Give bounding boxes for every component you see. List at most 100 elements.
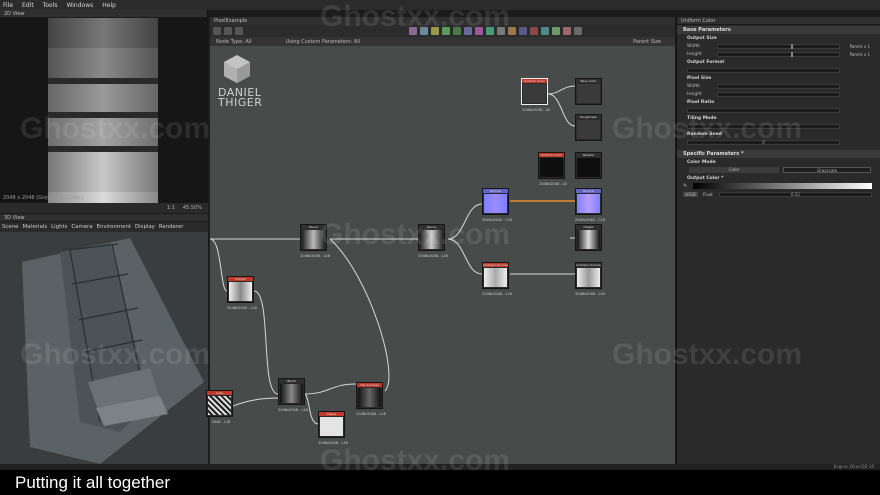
node-output-roughness[interactable]: Roughness: [575, 114, 602, 141]
node-thumbnail: [523, 84, 546, 103]
view-2d-panel: 2D View 2048 x 2048 (Grayscale, 16bpc): [0, 10, 208, 210]
tool-icon[interactable]: [224, 27, 232, 35]
width-value: Parent x 1: [849, 43, 870, 49]
view-3d-panel: 3D View Scene Materials Lights Camera En…: [0, 214, 208, 464]
tab-scene[interactable]: Scene: [2, 224, 18, 230]
node-blend-3[interactable]: Blend 2048x2048 - L16: [278, 378, 308, 412]
filter-icon[interactable]: [497, 27, 505, 35]
params-filter[interactable]: Using Custom Parameters: All: [286, 39, 360, 45]
filter-icon[interactable]: [464, 27, 472, 35]
tab-materials[interactable]: Materials: [22, 224, 47, 230]
pixel-ratio-dropdown[interactable]: [687, 107, 840, 113]
tool-icon[interactable]: [213, 27, 221, 35]
logo-text: DANIEL THIGER: [218, 86, 263, 109]
tool-icon[interactable]: [235, 27, 243, 35]
view-3d-canvas[interactable]: [0, 232, 208, 464]
node-shape[interactable]: Shape 2048x2048 - L16: [318, 411, 348, 445]
filter-icon[interactable]: [431, 27, 439, 35]
height-label: Height: [687, 51, 702, 57]
zoom-label[interactable]: 45.50%: [183, 205, 202, 211]
specific-parameters-section[interactable]: Specific Parameters *: [677, 150, 880, 158]
color-mode-color-button[interactable]: Color: [689, 167, 779, 173]
eyedropper-icon[interactable]: ✎: [683, 183, 687, 189]
filter-icon[interactable]: [552, 27, 560, 35]
node-blend-1[interactable]: Blend 2048x2048 - L16: [300, 224, 330, 258]
node-thumbnail: [484, 194, 507, 213]
filter-icon[interactable]: [475, 27, 483, 35]
color-gradient-bar[interactable]: [693, 183, 872, 189]
slider-knob[interactable]: [790, 51, 793, 57]
node-uniform-color-2[interactable]: Uniform Color 2048x2048 - L8: [538, 152, 567, 186]
filter-icon[interactable]: [409, 27, 417, 35]
ratio-label[interactable]: 1:1: [167, 205, 175, 211]
menu-windows[interactable]: Windows: [66, 2, 93, 9]
node-header: Output: [228, 277, 253, 281]
texture-band: [48, 118, 158, 146]
tab-renderer[interactable]: Renderer: [159, 224, 184, 230]
filter-icon[interactable]: [541, 27, 549, 35]
filter-icon[interactable]: [442, 27, 450, 35]
node-caption: 2048x2048 - L16: [318, 441, 348, 445]
node-header: Ambient Occlusion: [483, 263, 508, 267]
color-mode-grayscale-button[interactable]: Grayscale: [783, 167, 871, 173]
filter-icon[interactable]: [519, 27, 527, 35]
filter-icon[interactable]: [420, 27, 428, 35]
filter-icon[interactable]: [453, 27, 461, 35]
menu-tools[interactable]: Tools: [43, 2, 58, 9]
height-slider[interactable]: [717, 51, 840, 57]
pixel-width-row: Width: [677, 82, 880, 90]
view-2d-canvas[interactable]: [0, 18, 208, 210]
node-thumbnail: [358, 388, 381, 407]
tab-environment[interactable]: Environment: [97, 224, 131, 230]
view-2d-title: 2D View: [0, 10, 207, 18]
node-output-metallic[interactable]: Metallic: [575, 152, 602, 179]
texture-band: [48, 48, 158, 78]
base-parameters-section[interactable]: Base Parameters: [677, 26, 880, 34]
parent-size-label: Parent Size: [633, 38, 661, 45]
properties-panel: Uniform Color Base Parameters Output Siz…: [676, 17, 880, 464]
menu-file[interactable]: File: [3, 2, 13, 9]
node-thumbnail: [577, 268, 600, 287]
node-ambient-occlusion[interactable]: Ambient Occlusion 2048x2048 - L16: [482, 262, 512, 296]
tab-display[interactable]: Display: [135, 224, 155, 230]
slider-knob[interactable]: [790, 43, 793, 49]
pixel-ratio-row: [677, 106, 880, 114]
node-output-normal[interactable]: Normal 2048x2048 - C16: [575, 188, 605, 222]
tab-lights[interactable]: Lights: [51, 224, 67, 230]
texture-band: [48, 152, 158, 192]
output-color-value: 0.52: [791, 191, 800, 197]
output-format-dropdown[interactable]: [687, 67, 840, 73]
node-caption: 2048x2048 - L16: [482, 292, 512, 296]
filter-icon[interactable]: [574, 27, 582, 35]
node-normal[interactable]: Normal 2048x2048 - C16: [482, 188, 512, 222]
logo-cube-icon: [224, 55, 250, 83]
output-color-slider[interactable]: 0.52: [719, 191, 872, 197]
output-format-label: Output Format: [687, 59, 725, 65]
random-seed-slider[interactable]: 0: [687, 139, 840, 145]
graph-canvas[interactable]: DANIEL THIGER Uniform Color 2048x2048 - …: [206, 46, 675, 464]
graph-subbar: Node Type: All Using Custom Parameters: …: [210, 37, 675, 46]
node-output[interactable]: Output 2048x2048 - L16: [227, 276, 257, 310]
filter-icon[interactable]: [530, 27, 538, 35]
node-blend-2[interactable]: Blend 2048x2048 - L16: [418, 224, 448, 258]
tiling-mode-dropdown[interactable]: [687, 123, 840, 129]
node-header: Base Color: [576, 79, 601, 83]
node-type-filter[interactable]: Node Type: All: [216, 39, 252, 45]
width-slider[interactable]: [717, 43, 840, 49]
filter-icon[interactable]: [508, 27, 516, 35]
filter-icon[interactable]: [486, 27, 494, 35]
menu-edit[interactable]: Edit: [22, 2, 34, 9]
node-output-ao[interactable]: Ambient Occlusion 2048x2048 - L16: [575, 262, 605, 296]
tab-camera[interactable]: Camera: [71, 224, 92, 230]
node-cells[interactable]: Cells 2048 - L16: [206, 390, 233, 424]
color-space-badge[interactable]: sRGB: [683, 191, 698, 197]
filter-icon[interactable]: [563, 27, 571, 35]
node-output-height[interactable]: Height: [575, 224, 602, 251]
node-uniform-color[interactable]: Uniform Color 2048x2048 - L8: [521, 78, 550, 112]
node-header: Cells: [207, 391, 232, 395]
node-tile-sampler[interactable]: Tile Sampler 2048x2048 - L16: [356, 382, 386, 416]
menu-help[interactable]: Help: [102, 2, 116, 9]
pixel-width-slider[interactable]: [717, 83, 840, 89]
node-output-basecolor[interactable]: Base Color: [575, 78, 602, 105]
pixel-height-slider[interactable]: [717, 91, 840, 97]
